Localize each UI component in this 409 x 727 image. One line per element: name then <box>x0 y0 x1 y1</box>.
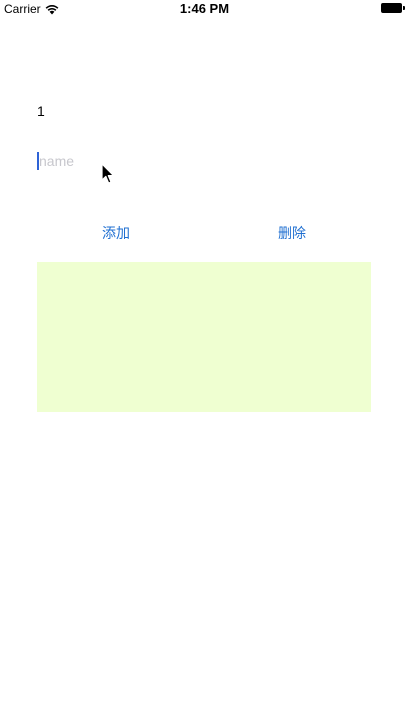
name-input[interactable] <box>39 150 237 172</box>
app-screen: Carrier 1:46 PM 1 添加 删除 <box>0 0 409 727</box>
count-label: 1 <box>37 103 45 119</box>
add-button[interactable]: 添加 <box>95 222 137 244</box>
mouse-pointer-icon <box>101 163 115 185</box>
battery-fill <box>381 3 402 13</box>
delete-button[interactable]: 删除 <box>271 222 313 244</box>
battery-icon <box>381 3 405 14</box>
status-bar: Carrier 1:46 PM <box>0 0 409 18</box>
name-field[interactable] <box>37 150 237 172</box>
status-time: 1:46 PM <box>179 1 230 16</box>
battery-tip <box>403 6 405 10</box>
green-content-view <box>37 262 371 412</box>
